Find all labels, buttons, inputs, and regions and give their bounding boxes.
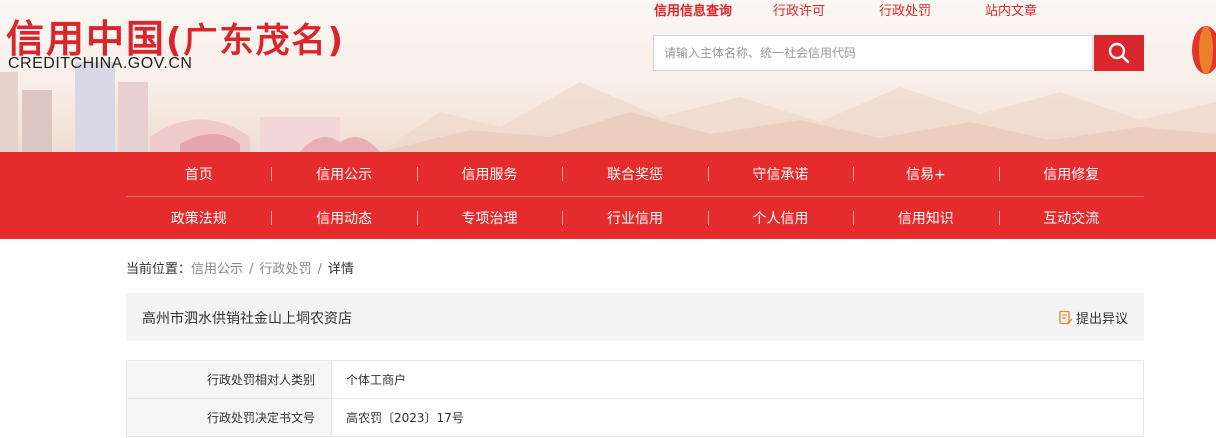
detail-key: 行政处罚决定书文号 bbox=[126, 398, 332, 437]
nav-item-personal-credit[interactable]: 个人信用 bbox=[707, 196, 853, 239]
nav-row-2: 政策法规 信用动态 专项治理 行业信用 个人信用 信用知识 互动交流 bbox=[126, 196, 1144, 239]
top-link-site-articles[interactable]: 站内文章 bbox=[958, 3, 1064, 21]
top-link-credit-query[interactable]: 信用信息查询 bbox=[640, 3, 746, 21]
header-banner: 信用中国(广东茂名) CREDITCHINA.GOV.CN 信用信息查询 行政许… bbox=[0, 0, 1216, 152]
breadcrumb-prefix: 当前位置： bbox=[126, 262, 192, 277]
penalty-detail-table: 行政处罚相对人类别 个体工商户 行政处罚决定书文号 高农罚〔2023〕17号 bbox=[126, 360, 1144, 437]
top-links: 信用信息查询 行政许可 行政处罚 站内文章 bbox=[640, 3, 1064, 21]
entity-name: 高州市泗水供销社金山上垌农资店 bbox=[142, 311, 352, 327]
nav-item-industry-credit[interactable]: 行业信用 bbox=[562, 196, 707, 239]
nav-item-credit-news[interactable]: 信用动态 bbox=[271, 196, 416, 239]
nav-item-joint-reward-punishment[interactable]: 联合奖惩 bbox=[562, 152, 707, 196]
nav-item-credit-publicity[interactable]: 信用公示 bbox=[271, 152, 416, 196]
table-row: 行政处罚相对人类别 个体工商户 bbox=[126, 360, 1144, 399]
nav-item-policies[interactable]: 政策法规 bbox=[126, 196, 271, 239]
nav-item-home[interactable]: 首页 bbox=[126, 152, 271, 196]
raise-objection-button[interactable]: 提出异议 bbox=[1058, 308, 1128, 327]
breadcrumb-item-current: 详情 bbox=[327, 262, 354, 277]
nav-item-credit-commitment[interactable]: 守信承诺 bbox=[707, 152, 853, 196]
nav-item-credit-knowledge[interactable]: 信用知识 bbox=[853, 196, 998, 239]
detail-key: 行政处罚相对人类别 bbox=[126, 360, 332, 399]
logo-region-text: (广东茂名) bbox=[166, 21, 346, 61]
nav-item-credit-repair[interactable]: 信用修复 bbox=[998, 152, 1144, 196]
breadcrumb-separator: / bbox=[249, 262, 254, 277]
nav-item-interaction[interactable]: 互动交流 bbox=[998, 196, 1144, 239]
raise-objection-label: 提出异议 bbox=[1075, 312, 1128, 327]
nav-item-credit-service[interactable]: 信用服务 bbox=[416, 152, 562, 196]
logo-domain-text: CREDITCHINA.GOV.CN bbox=[8, 55, 193, 72]
detail-value: 高农罚〔2023〕17号 bbox=[331, 398, 1144, 437]
search-icon bbox=[1108, 42, 1130, 64]
top-link-admin-penalty[interactable]: 行政处罚 bbox=[852, 3, 958, 21]
breadcrumb: 当前位置：信用公示 / 行政处罚 / 详情 bbox=[126, 258, 354, 277]
detail-value: 个体工商户 bbox=[331, 360, 1144, 399]
entity-header: 高州市泗水供销社金山上垌农资店 提出异议 bbox=[126, 293, 1144, 341]
breadcrumb-item-credit-publicity[interactable]: 信用公示 bbox=[191, 262, 243, 277]
top-link-admin-license[interactable]: 行政许可 bbox=[746, 3, 852, 21]
search-bar bbox=[653, 35, 1144, 71]
table-row: 行政处罚决定书文号 高农罚〔2023〕17号 bbox=[126, 398, 1144, 437]
breadcrumb-separator: / bbox=[317, 262, 322, 277]
document-edit-icon bbox=[1059, 310, 1073, 325]
main-navigation: 首页 信用公示 信用服务 联合奖惩 守信承诺 信易+ 信用修复 政策法规 信用动… bbox=[0, 152, 1216, 239]
nav-item-xinyi-plus[interactable]: 信易+ bbox=[853, 152, 998, 196]
search-button[interactable] bbox=[1094, 35, 1144, 71]
breadcrumb-item-admin-penalty[interactable]: 行政处罚 bbox=[259, 262, 311, 277]
nav-row-1: 首页 信用公示 信用服务 联合奖惩 守信承诺 信易+ 信用修复 bbox=[126, 152, 1144, 197]
lantern-decoration-icon bbox=[1192, 26, 1216, 74]
nav-item-special-governance[interactable]: 专项治理 bbox=[416, 196, 562, 239]
search-input[interactable] bbox=[653, 35, 1093, 71]
